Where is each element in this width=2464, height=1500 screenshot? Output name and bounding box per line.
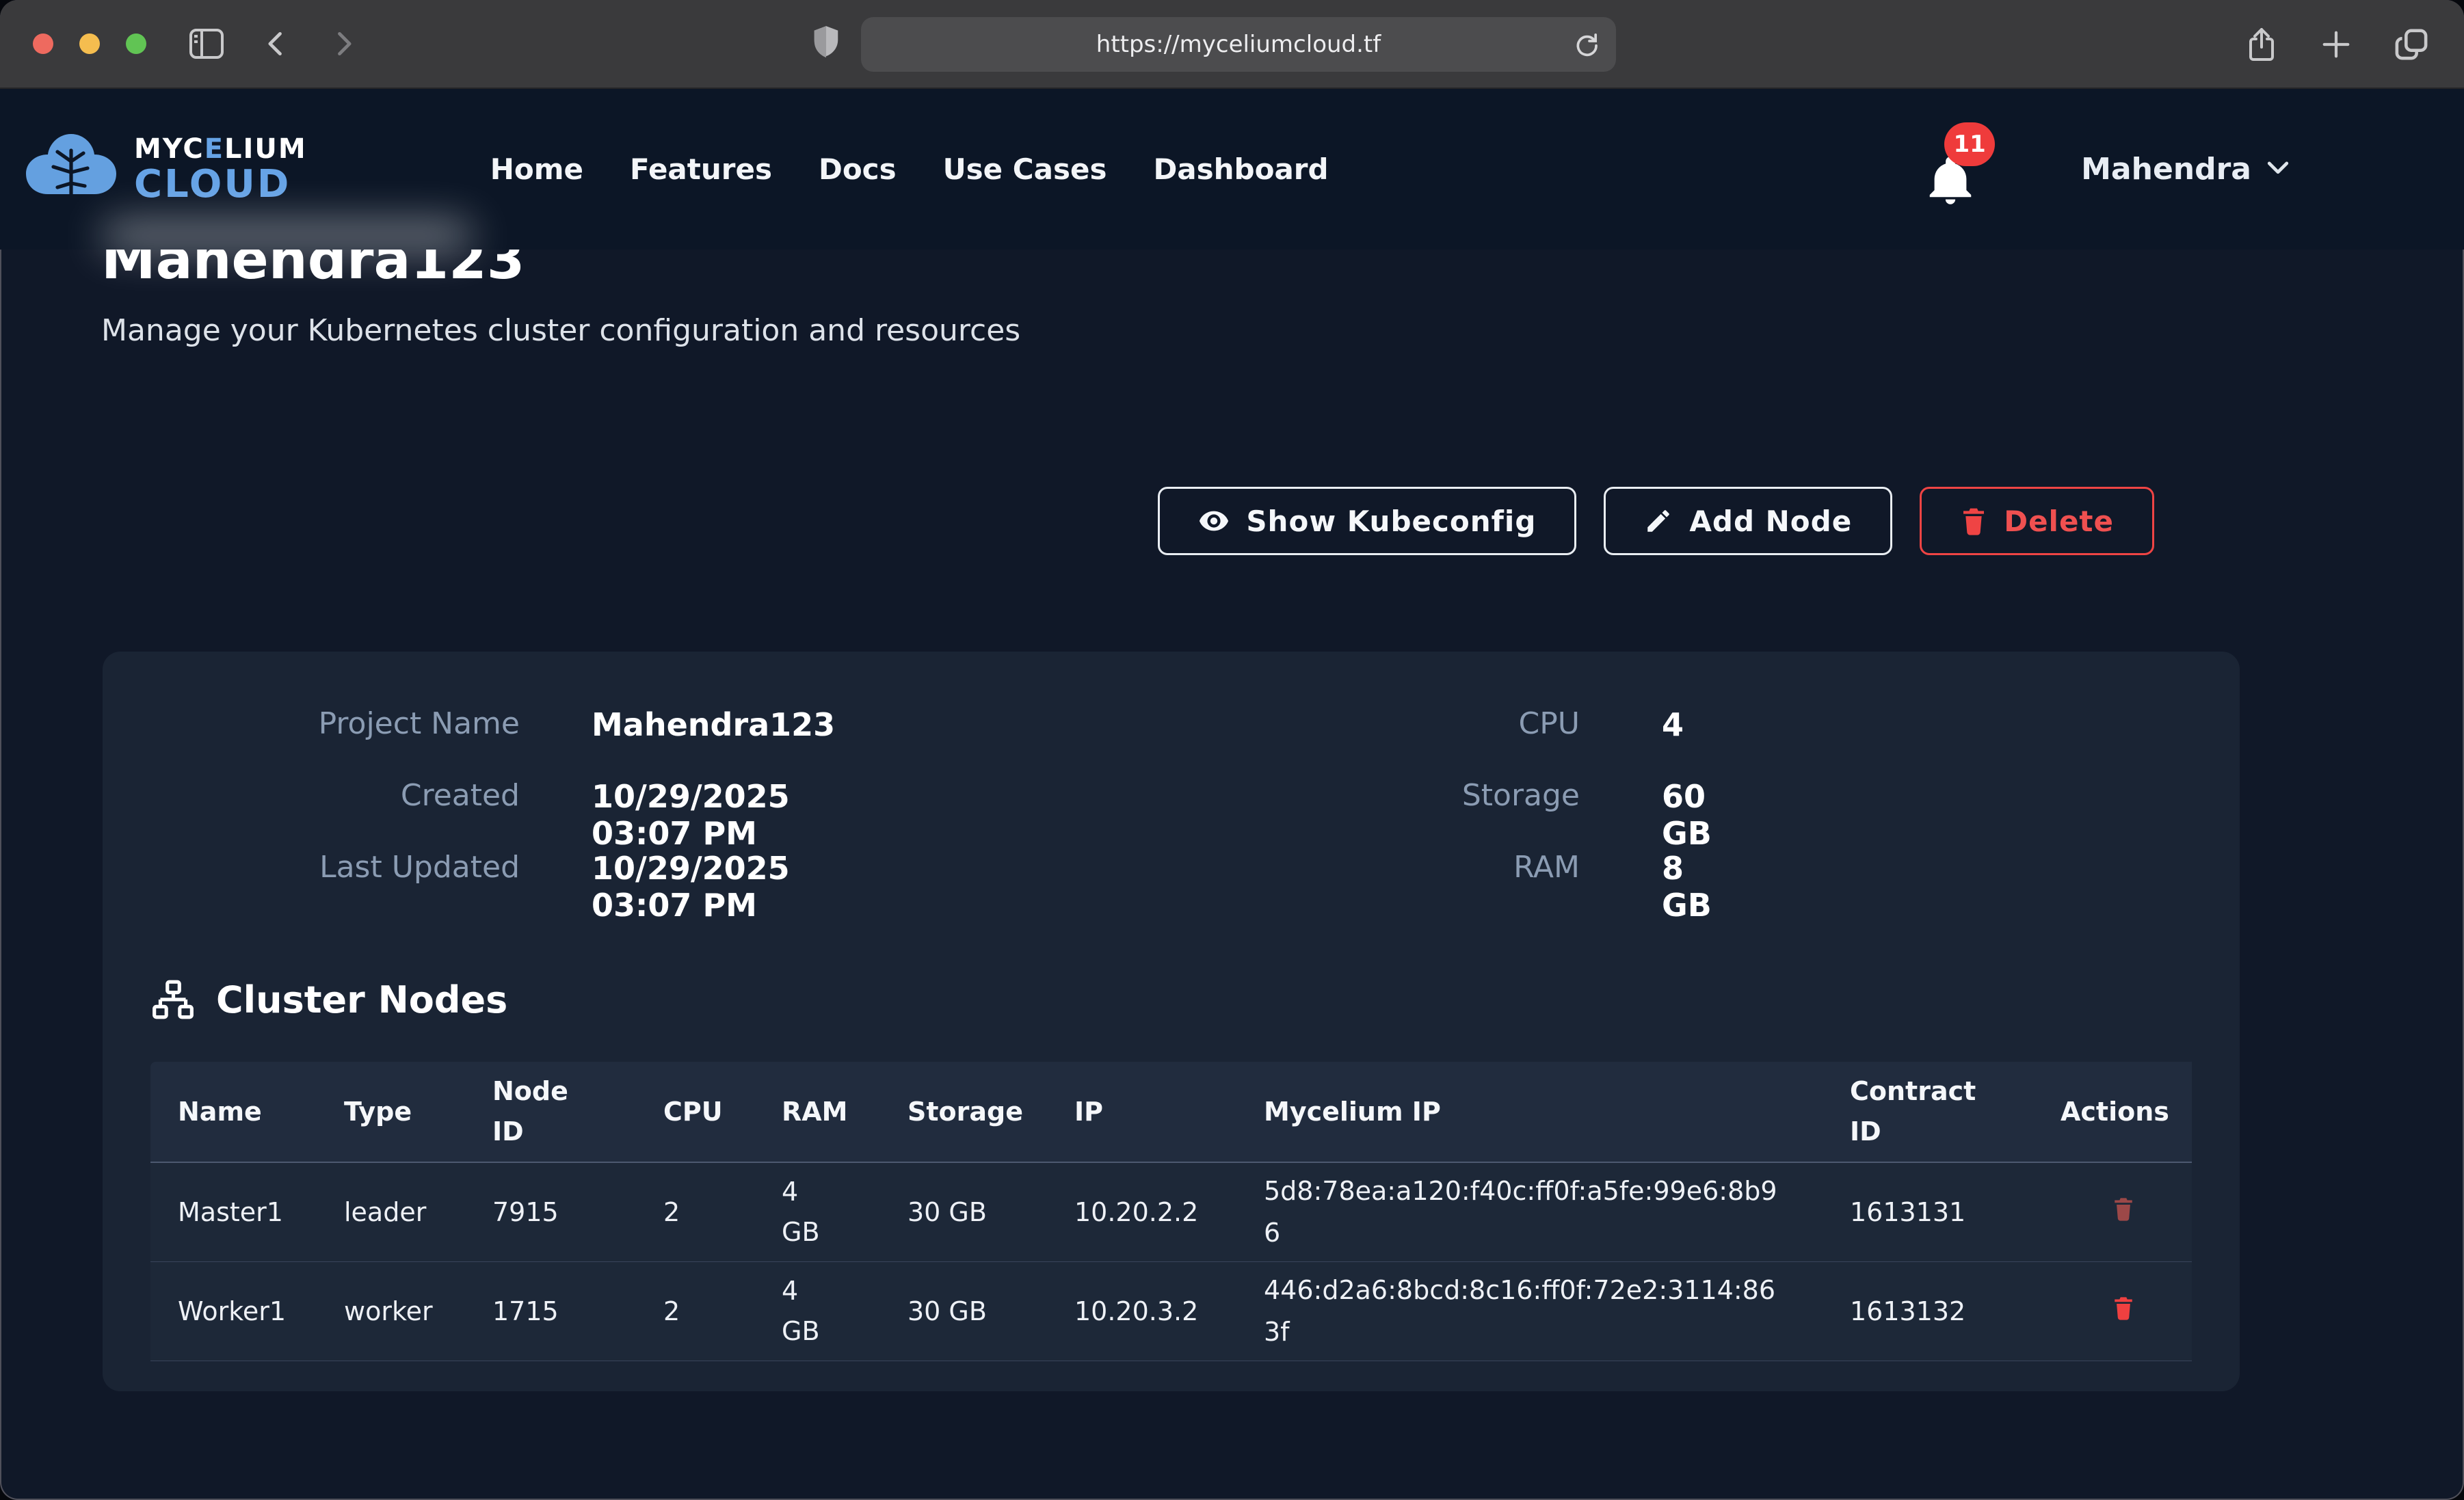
cell-name: Master1 [150,1162,317,1261]
show-kubeconfig-label: Show Kubeconfig [1246,505,1536,538]
minimize-window-button[interactable] [79,34,100,54]
cluster-details-card: Project Name Mahendra123 Created 10/29/2… [103,652,2240,1391]
page-subtitle: Manage your Kubernetes cluster configura… [101,313,1020,348]
created-label: Created [219,778,520,813]
notifications-button[interactable]: 11 [1924,132,1978,207]
reload-icon[interactable] [1572,31,1600,61]
delete-node-button[interactable] [2112,1295,2135,1323]
site-header: MYCELIUM CLOUD Home Features Docs Use Ca… [0,89,2464,250]
col-node-id: Node ID [465,1062,636,1162]
trash-icon [2112,1295,2135,1321]
trash-icon [2112,1196,2135,1222]
col-contract-id: Contract ID [1823,1062,2033,1162]
table-row: Worker1 worker 1715 2 4 GB 30 GB 10.20.3… [150,1261,2192,1361]
last-updated-value: 10/29/2025 03:07 PM [592,850,790,924]
delete-label: Delete [2004,505,2114,538]
privacy-shield-icon[interactable] [810,24,842,65]
col-actions: Actions [2033,1062,2192,1162]
url-text: https://myceliumcloud.tf [1096,31,1381,58]
header-blur-artifact [103,223,472,249]
cell-actions [2033,1261,2192,1361]
cell-node-id: 7915 [465,1162,636,1261]
logo-wordmark: MYCELIUM CLOUD [134,135,307,204]
cluster-actions: Show Kubeconfig Add Node Delete [1158,487,2154,555]
maximize-window-button[interactable] [126,34,146,54]
storage-label: Storage [1279,778,1580,813]
tab-overview-icon[interactable] [2394,28,2428,61]
cell-contract-id: 1613131 [1823,1162,2033,1261]
main-navigation: Home Features Docs Use Cases Dashboard [490,152,1329,186]
nav-docs[interactable]: Docs [819,152,897,186]
cloud-logo-icon [19,131,123,208]
table-row: Master1 leader 7915 2 4 GB 30 GB 10.20.2… [150,1162,2192,1261]
delete-cluster-button[interactable]: Delete [1920,487,2154,555]
cpu-label: CPU [1279,706,1580,741]
user-name: Mahendra [2081,152,2251,187]
delete-node-button[interactable] [2112,1196,2135,1224]
address-bar[interactable]: https://myceliumcloud.tf [861,17,1616,72]
network-nodes-icon [150,980,196,1021]
cell-cpu: 2 [636,1162,754,1261]
browser-toolbar: https://myceliumcloud.tf [0,0,2464,89]
cell-ip: 10.20.2.2 [1047,1162,1236,1261]
project-name-value: Mahendra123 [592,706,835,743]
cell-ip: 10.20.3.2 [1047,1261,1236,1361]
col-cpu: CPU [636,1062,754,1162]
col-name: Name [150,1062,317,1162]
ram-value: 8 GB [1662,850,1712,924]
cell-actions [2033,1162,2192,1261]
cluster-nodes-heading: Cluster Nodes [150,978,507,1021]
cell-storage: 30 GB [880,1261,1047,1361]
nav-dashboard[interactable]: Dashboard [1153,152,1328,186]
cell-cpu: 2 [636,1261,754,1361]
nav-home[interactable]: Home [490,152,583,186]
cell-type: worker [317,1261,465,1361]
notification-badge: 11 [1944,122,1995,166]
trash-icon [1960,506,1987,536]
cell-ram: 4 GB [754,1162,880,1261]
project-name-label: Project Name [219,706,520,741]
col-ram: RAM [754,1062,880,1162]
add-node-button[interactable]: Add Node [1604,487,1892,555]
close-window-button[interactable] [33,34,53,54]
back-arrow-icon[interactable] [261,29,291,59]
sidebar-toggle-icon[interactable] [189,28,224,59]
cell-type: leader [317,1162,465,1261]
nav-features[interactable]: Features [630,152,772,186]
share-icon[interactable] [2245,27,2278,62]
col-mycelium-ip: Mycelium IP [1236,1062,1823,1162]
pencil-icon [1644,507,1673,535]
user-menu[interactable]: Mahendra [2081,152,2290,187]
eye-icon [1198,505,1230,537]
browser-window: https://myceliumcloud.tf [0,0,2464,1500]
storage-value: 60 GB [1662,778,1712,852]
mycelium-cloud-logo[interactable]: MYCELIUM CLOUD [19,131,307,208]
cell-node-id: 1715 [465,1261,636,1361]
new-tab-plus-icon[interactable] [2320,29,2352,60]
cell-contract-id: 1613132 [1823,1261,2033,1361]
ram-label: RAM [1279,850,1580,885]
cluster-nodes-table: Name Type Node ID CPU RAM Storage IP Myc… [150,1062,2192,1361]
created-value: 10/29/2025 03:07 PM [592,778,790,852]
cell-ram: 4 GB [754,1261,880,1361]
cell-mycelium-ip: 5d8:78ea:a120:f40c:ff0f:a5fe:99e6:8b96 [1236,1162,1823,1261]
nav-use-cases[interactable]: Use Cases [943,152,1107,186]
last-updated-label: Last Updated [219,850,520,885]
col-type: Type [317,1062,465,1162]
col-ip: IP [1047,1062,1236,1162]
show-kubeconfig-button[interactable]: Show Kubeconfig [1158,487,1576,555]
cell-name: Worker1 [150,1261,317,1361]
cell-mycelium-ip: 446:d2a6:8bcd:8c16:ff0f:72e2:3114:863f [1236,1261,1823,1361]
cpu-value: 4 [1662,706,1684,743]
forward-arrow-icon[interactable] [328,29,358,59]
cluster-nodes-title: Cluster Nodes [216,978,507,1021]
col-storage: Storage [880,1062,1047,1162]
traffic-lights [33,34,146,54]
add-node-label: Add Node [1689,505,1852,538]
table-header-row: Name Type Node ID CPU RAM Storage IP Myc… [150,1062,2192,1162]
chevron-down-icon [2266,160,2290,179]
cell-storage: 30 GB [880,1162,1047,1261]
